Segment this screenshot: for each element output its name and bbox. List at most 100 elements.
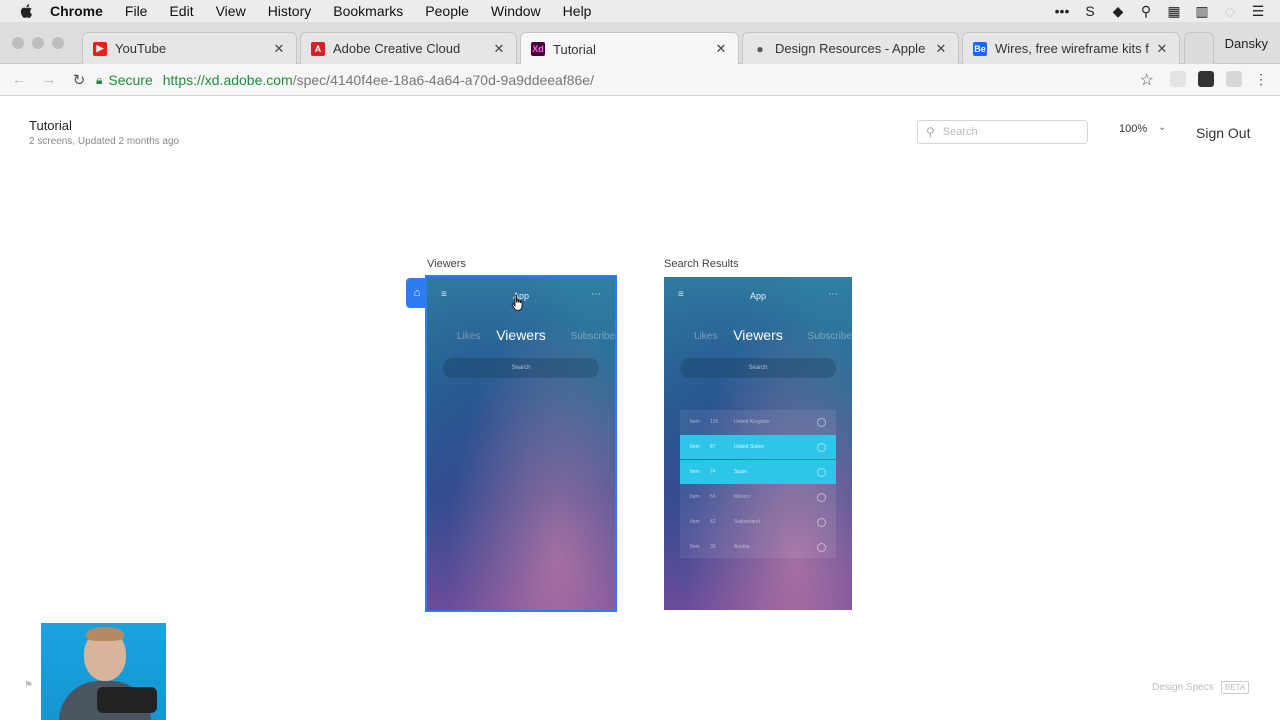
list-item: Item 55 Mexico bbox=[680, 485, 836, 509]
apple-icon: ● bbox=[756, 41, 764, 56]
profile-name[interactable]: Dansky bbox=[1225, 36, 1268, 51]
close-tab-icon[interactable]: ✕ bbox=[272, 41, 286, 57]
sketch-icon[interactable]: ◇ bbox=[1222, 3, 1238, 19]
artboard-label-search-results: Search Results bbox=[664, 258, 739, 270]
browser-toolbar: ← → ↻ 🔒︎ Secure https://xd.adobe.com /sp… bbox=[0, 64, 1280, 96]
menu-bookmarks[interactable]: Bookmarks bbox=[333, 3, 403, 19]
artboard-search-label: Search bbox=[511, 365, 531, 371]
list-item: Item 87 United States bbox=[680, 435, 836, 459]
tab-design-resources-apple[interactable]: ● Design Resources - Apple De ✕ bbox=[742, 32, 959, 64]
results-list: Item 100 United Kingdom Item 87 United State… bbox=[680, 410, 836, 558]
chrome-menu-icon[interactable]: ⋮ bbox=[1254, 71, 1268, 87]
notification-center-icon[interactable]: ☰ bbox=[1250, 3, 1266, 19]
artboard-tabs: Likes Viewers Subscribe bbox=[664, 327, 852, 347]
address-bar[interactable]: 🔒︎ Secure https://xd.adobe.com /spec/414… bbox=[96, 68, 1164, 92]
chevron-down-icon[interactable]: ⌄ bbox=[1158, 122, 1166, 133]
menu-bar-tray: ••• S ◆ ⚲ ▦ ▥ ◇ ☰ bbox=[1054, 0, 1266, 22]
list-item: Item 42 Switzerland bbox=[680, 510, 836, 534]
browser-tab-strip: ▶ YouTube ✕ A Adobe Creative Cloud ✕ Xd … bbox=[0, 22, 1280, 65]
menu-window[interactable]: Window bbox=[491, 3, 541, 19]
adobe-xd-icon: Xd bbox=[531, 42, 545, 56]
tab-label: Adobe Creative Cloud bbox=[333, 41, 461, 56]
calendar-icon[interactable]: ▦ bbox=[1166, 3, 1182, 19]
tab-subscribe: Subscribe bbox=[570, 331, 615, 342]
menu-help[interactable]: Help bbox=[563, 3, 592, 19]
tab-label: Design Resources - Apple De bbox=[775, 41, 928, 56]
menu-chrome[interactable]: Chrome bbox=[50, 3, 103, 19]
radio-icon bbox=[817, 542, 826, 552]
behance-icon: Be bbox=[973, 41, 987, 56]
url-path: /spec/4140f4ee-18a6-4a64-a70d-9a9ddeeaf8… bbox=[292, 72, 594, 88]
secure-label: Secure bbox=[108, 72, 153, 88]
lock-icon: 🔒︎ bbox=[96, 72, 103, 87]
tab-wires-wireframe-kits[interactable]: Be Wires, free wireframe kits for ✕ bbox=[962, 32, 1180, 64]
menu-view[interactable]: View bbox=[216, 3, 246, 19]
close-tab-icon[interactable]: ✕ bbox=[492, 41, 506, 57]
extension-icon[interactable] bbox=[1226, 71, 1242, 87]
adobe-icon: A bbox=[311, 41, 325, 56]
skype-icon[interactable]: S bbox=[1082, 3, 1098, 19]
tab-adobe-creative-cloud[interactable]: A Adobe Creative Cloud ✕ bbox=[300, 32, 517, 64]
more-icon[interactable]: ••• bbox=[1054, 3, 1070, 19]
dropbox-icon[interactable]: ◆ bbox=[1110, 3, 1126, 19]
menu-edit[interactable]: Edit bbox=[169, 3, 193, 19]
menu-file[interactable]: File bbox=[125, 3, 148, 19]
artboard-viewers[interactable]: ≡ App ⋯ Likes Viewers Subscribe Search bbox=[425, 275, 617, 612]
close-tab-icon[interactable]: ✕ bbox=[1155, 41, 1169, 57]
zoom-window-button[interactable] bbox=[52, 37, 64, 49]
search-icon: ⚲ bbox=[926, 125, 935, 139]
forward-icon[interactable]: → bbox=[38, 69, 60, 91]
document-subtitle: 2 screens, Updated 2 months ago bbox=[29, 136, 180, 147]
layout-icon[interactable]: ▥ bbox=[1194, 3, 1210, 19]
search-input[interactable]: ⚲ Search bbox=[917, 120, 1088, 144]
reload-icon[interactable]: ↻ bbox=[68, 69, 90, 91]
close-window-button[interactable] bbox=[12, 37, 24, 49]
tab-label: Wires, free wireframe kits for bbox=[995, 41, 1149, 56]
sign-out-link[interactable]: Sign Out bbox=[1196, 125, 1250, 141]
list-item: Item 100 United Kingdom bbox=[680, 410, 836, 434]
cloud-extension-icon[interactable] bbox=[1170, 71, 1186, 87]
youtube-icon: ▶ bbox=[93, 41, 107, 56]
design-specs-label[interactable]: Design Specs bbox=[1152, 682, 1214, 693]
tab-tutorial[interactable]: Xd Tutorial ✕ bbox=[520, 32, 739, 65]
spotlight-search-icon[interactable]: ⚲ bbox=[1138, 3, 1154, 19]
bookmark-star-icon[interactable]: ☆ bbox=[1140, 70, 1154, 90]
radio-icon bbox=[817, 442, 826, 452]
list-item: Item 74 Spain bbox=[680, 460, 836, 484]
artboard-search-field: Search bbox=[443, 358, 599, 378]
close-tab-icon[interactable]: ✕ bbox=[934, 41, 948, 57]
apple-menu-icon[interactable] bbox=[18, 2, 36, 20]
app-title: App bbox=[749, 291, 766, 301]
artboard-nav-bar: ≡ App ⋯ bbox=[664, 289, 852, 303]
microphone-icon bbox=[97, 687, 157, 713]
back-icon[interactable]: ← bbox=[8, 69, 30, 91]
zoom-level[interactable]: 100% bbox=[1119, 123, 1147, 135]
artboard-search-label: Search bbox=[748, 365, 768, 371]
presenter-hair bbox=[86, 627, 124, 641]
tab-youtube[interactable]: ▶ YouTube ✕ bbox=[82, 32, 297, 64]
home-icon[interactable]: ⌂ bbox=[406, 278, 428, 308]
radio-icon bbox=[817, 417, 826, 427]
tab-label: YouTube bbox=[115, 41, 167, 56]
close-tab-icon[interactable]: ✕ bbox=[714, 41, 728, 57]
radio-icon bbox=[817, 492, 826, 502]
beta-badge: BETA bbox=[1221, 681, 1250, 694]
artboard-search-results[interactable]: ≡ App ⋯ Likes Viewers Subscribe Search I… bbox=[664, 277, 852, 610]
search-placeholder: Search bbox=[942, 126, 978, 138]
new-tab-button[interactable] bbox=[1184, 32, 1214, 64]
artboard-label-viewers: Viewers bbox=[427, 258, 466, 270]
artboard-search-field: Search bbox=[680, 358, 836, 378]
more-icon: ⋯ bbox=[591, 289, 601, 300]
webcam-overlay bbox=[41, 623, 166, 720]
tab-label: Tutorial bbox=[553, 41, 596, 57]
minimize-window-button[interactable] bbox=[32, 37, 44, 49]
buffer-extension-icon[interactable] bbox=[1198, 71, 1214, 87]
menu-history[interactable]: History bbox=[268, 3, 312, 19]
artboard-tabs: Likes Viewers Subscribe bbox=[427, 327, 615, 347]
macos-menu-bar: Chrome File Edit View History Bookmarks … bbox=[0, 0, 1280, 22]
radio-icon bbox=[817, 467, 826, 477]
menu-people[interactable]: People bbox=[425, 3, 469, 19]
flag-icon[interactable]: ⚑ bbox=[24, 680, 33, 691]
window-controls bbox=[12, 37, 64, 49]
document-title: Tutorial bbox=[29, 118, 72, 133]
